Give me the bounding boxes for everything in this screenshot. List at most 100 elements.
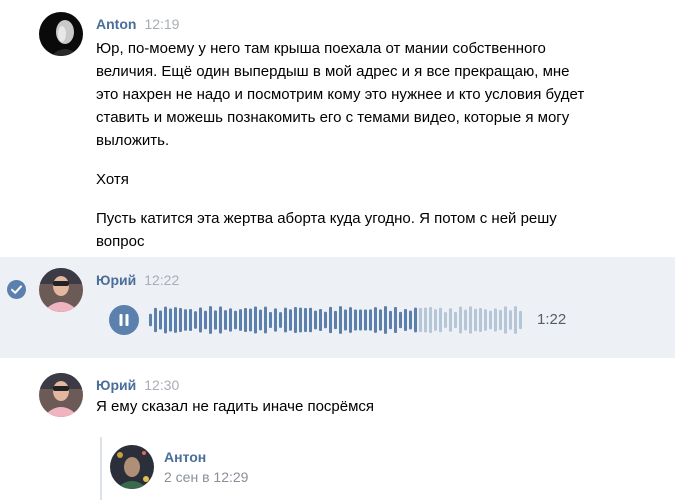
waveform-bar <box>249 308 252 332</box>
waveform-bar <box>339 306 342 334</box>
forwarded-author-name[interactable]: Антон <box>164 448 206 466</box>
avatar-anton[interactable] <box>39 12 83 56</box>
forwarded-quote-bar <box>100 437 102 500</box>
waveform-bar <box>269 312 272 328</box>
waveform-bar <box>479 308 482 332</box>
author-name[interactable]: Anton <box>96 16 136 32</box>
waveform-bar <box>489 310 492 330</box>
waveform-bar <box>324 311 327 329</box>
author-name[interactable]: Юрий <box>96 272 136 288</box>
waveform-bar <box>514 306 517 334</box>
waveform-bar <box>384 306 387 334</box>
waveform-bar <box>239 309 242 331</box>
message-paragraph: Хотя <box>96 171 129 188</box>
forwarded-message-date[interactable]: 2 сен в 12:29 <box>164 468 248 486</box>
conversation-history: Anton 12:19 Юр, по-моему у него там крыша… <box>0 0 675 500</box>
waveform-bar <box>299 307 302 333</box>
message-anton-1219: Anton 12:19 Юр, по-моему у него там крыша… <box>0 0 675 252</box>
voice-duration: 1:22 <box>537 311 567 328</box>
waveform-bar <box>154 307 157 333</box>
waveform-bar <box>494 308 497 332</box>
message-time[interactable]: 12:22 <box>144 272 179 288</box>
waveform-bar <box>474 308 477 332</box>
waveform-bar <box>334 310 337 330</box>
waveform-bar <box>449 308 452 332</box>
waveform-bar <box>259 309 262 331</box>
waveform-bar <box>194 311 197 329</box>
voice-waveform[interactable] <box>149 306 525 334</box>
waveform-bar <box>434 309 437 331</box>
waveform-bar <box>274 308 277 332</box>
waveform-bar <box>389 310 392 330</box>
waveform-bar <box>309 307 312 333</box>
waveform-bar <box>284 307 287 333</box>
waveform-bar <box>394 306 397 334</box>
waveform-bar <box>314 310 317 330</box>
waveform-bar <box>319 309 322 331</box>
message-text: Я ему сказал не гадить иначе посрёмся <box>96 398 375 415</box>
avatar-yuri[interactable] <box>39 268 83 312</box>
message-text: Юр, по-моему у него там крыша поехала от… <box>96 37 596 253</box>
message-header: Юрий 12:22 <box>96 271 179 289</box>
waveform-bar <box>404 308 407 332</box>
waveform-bar <box>289 309 292 331</box>
waveform-bar <box>499 309 502 331</box>
waveform-bar <box>444 312 447 328</box>
waveform-bar <box>264 306 267 334</box>
waveform-bar <box>359 309 362 331</box>
message-yuri-1222[interactable]: Юрий 12:22 1:22 <box>0 257 675 358</box>
pause-button[interactable] <box>109 305 139 335</box>
waveform-bar <box>149 313 152 327</box>
waveform-bar <box>174 307 177 333</box>
waveform-bar <box>484 309 487 331</box>
waveform-bar <box>419 308 422 332</box>
waveform-bar <box>169 308 172 332</box>
waveform-bar <box>344 309 347 331</box>
message-time[interactable]: 12:19 <box>144 16 179 32</box>
message-time[interactable]: 12:30 <box>144 377 179 393</box>
waveform-bar <box>469 306 472 334</box>
message-header: Anton 12:19 <box>96 15 179 33</box>
waveform-bar <box>224 310 227 330</box>
waveform-bar <box>459 306 462 334</box>
author-name[interactable]: Юрий <box>96 377 136 393</box>
waveform-bar <box>354 309 357 331</box>
waveform-bar <box>519 310 522 330</box>
waveform-bar <box>204 310 207 330</box>
avatar-yuri[interactable] <box>39 373 83 417</box>
waveform-bar <box>189 308 192 332</box>
waveform-bar <box>369 309 372 331</box>
waveform-bar <box>234 310 237 330</box>
waveform-bar <box>329 306 332 334</box>
waveform-bar <box>214 310 217 330</box>
pause-icon <box>119 314 129 326</box>
waveform-bar <box>229 308 232 332</box>
waveform-bar <box>509 310 512 330</box>
avatar-anton-forwarded[interactable] <box>110 445 154 489</box>
waveform-bar <box>254 306 257 334</box>
waveform-bar <box>294 306 297 334</box>
waveform-bar <box>244 308 247 332</box>
message-paragraph: Юр, по-моему у него там крыша поехала от… <box>96 40 585 149</box>
waveform-bar <box>184 309 187 331</box>
waveform-bar <box>159 310 162 330</box>
waveform-bar <box>379 309 382 331</box>
check-icon[interactable] <box>7 280 26 299</box>
message-paragraph: Пусть катится эта жертва аборта куда уго… <box>96 210 557 250</box>
waveform-bar <box>164 306 167 334</box>
waveform-bar <box>279 312 282 328</box>
waveform-bar <box>464 309 467 331</box>
waveform-bar <box>199 307 202 333</box>
waveform-bar <box>399 311 402 329</box>
waveform-bar <box>454 312 457 328</box>
waveform-bar <box>219 306 222 334</box>
waveform-bar <box>504 306 507 334</box>
waveform-bar <box>179 308 182 332</box>
waveform-bar <box>409 310 412 330</box>
waveform-bar <box>424 307 427 333</box>
waveform-bar <box>414 307 417 333</box>
waveform-bar <box>439 307 442 333</box>
waveform-bar <box>349 307 352 333</box>
waveform-bar <box>209 306 212 334</box>
waveform-bar <box>374 307 377 333</box>
